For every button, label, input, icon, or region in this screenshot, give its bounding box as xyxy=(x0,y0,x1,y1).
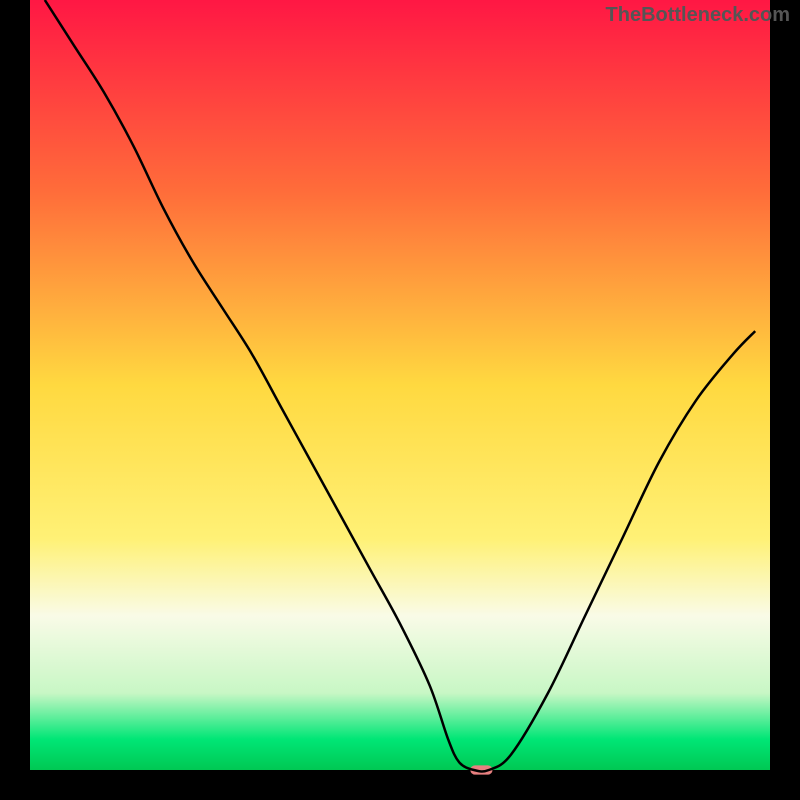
border-right xyxy=(770,0,800,800)
chart-container: TheBottleneck.com xyxy=(0,0,800,800)
bottleneck-chart xyxy=(0,0,800,800)
border-bottom xyxy=(0,770,800,800)
border-left xyxy=(0,0,30,800)
gradient-background xyxy=(30,0,770,770)
watermark-text: TheBottleneck.com xyxy=(606,4,790,27)
